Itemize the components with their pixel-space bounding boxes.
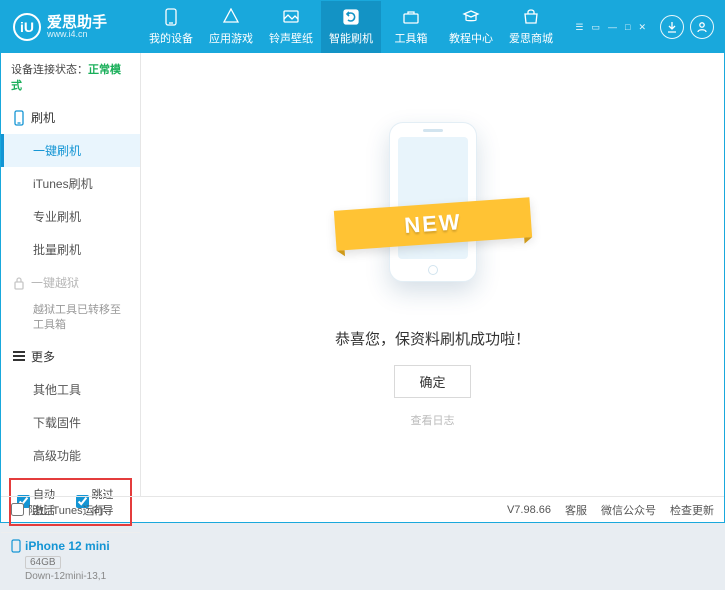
- pin-icon[interactable]: ▭: [590, 22, 603, 33]
- ok-button[interactable]: 确定: [394, 365, 470, 398]
- toolbox-icon: [402, 8, 420, 26]
- more-icon: [13, 349, 25, 363]
- jailbreak-note: 越狱工具已转移至工具箱: [1, 299, 140, 340]
- apps-icon: [222, 8, 240, 26]
- wallpaper-icon: [282, 8, 300, 26]
- nav-ringtones[interactable]: 铃声壁纸: [261, 1, 321, 53]
- nav-apps-games[interactable]: 应用游戏: [201, 1, 261, 53]
- device-icon: [162, 8, 180, 26]
- status-bar: 阻止iTunes运行 V7.98.66 客服 微信公众号 检查更新: [1, 496, 724, 522]
- tutorial-icon: [462, 8, 480, 26]
- new-banner: NEW: [333, 197, 531, 251]
- flash-icon: [342, 8, 360, 26]
- sidebar-item-oneclick-flash[interactable]: 一键刷机: [1, 134, 140, 167]
- sidebar-item-advanced[interactable]: 高级功能: [1, 439, 140, 472]
- phone-icon: [13, 110, 25, 126]
- success-message: 恭喜您，保资料刷机成功啦！: [335, 328, 530, 349]
- close-icon[interactable]: ✕: [636, 22, 648, 33]
- group-more[interactable]: 更多: [1, 340, 140, 373]
- nav-store[interactable]: 爱思商城: [501, 1, 561, 53]
- logo-area: iU 爱思助手 www.i4.cn: [1, 13, 141, 41]
- version-label: V7.98.66: [507, 504, 551, 516]
- app-logo-icon: iU: [13, 13, 41, 41]
- phone-illustration: NEW: [363, 112, 503, 302]
- sidebar-item-batch-flash[interactable]: 批量刷机: [1, 233, 140, 266]
- nav-tutorials[interactable]: 教程中心: [441, 1, 501, 53]
- menu-icon[interactable]: ☰: [573, 22, 585, 33]
- device-name: iPhone 12 mini: [25, 539, 110, 553]
- download-button[interactable]: [660, 15, 684, 39]
- app-window: iU 爱思助手 www.i4.cn 我的设备 应用游戏 铃声壁纸 智能刷机: [0, 0, 725, 523]
- device-phone-icon: [11, 539, 21, 553]
- footer-update[interactable]: 检查更新: [670, 502, 714, 518]
- nav-toolbox[interactable]: 工具箱: [381, 1, 441, 53]
- sidebar-item-itunes-flash[interactable]: iTunes刷机: [1, 167, 140, 200]
- footer-wechat[interactable]: 微信公众号: [601, 502, 656, 518]
- sidebar-item-download-firmware[interactable]: 下载固件: [1, 406, 140, 439]
- sidebar-item-other-tools[interactable]: 其他工具: [1, 373, 140, 406]
- device-model: Down-12mini-13,1: [25, 571, 130, 582]
- nav-my-device[interactable]: 我的设备: [141, 1, 201, 53]
- app-site: www.i4.cn: [47, 30, 107, 39]
- device-storage: 64GB: [25, 556, 61, 569]
- nav-smart-flash[interactable]: 智能刷机: [321, 1, 381, 53]
- maximize-icon[interactable]: □: [623, 22, 632, 33]
- view-log-link[interactable]: 查看日志: [411, 412, 455, 428]
- main-content: NEW 恭喜您，保资料刷机成功啦！ 确定 查看日志: [141, 53, 724, 496]
- store-icon: [522, 8, 540, 26]
- user-button[interactable]: [690, 15, 714, 39]
- connected-device[interactable]: iPhone 12 mini 64GB Down-12mini-13,1: [1, 532, 140, 590]
- title-bar: iU 爱思助手 www.i4.cn 我的设备 应用游戏 铃声壁纸 智能刷机: [1, 1, 724, 53]
- footer-service[interactable]: 客服: [565, 502, 587, 518]
- lock-icon: [13, 276, 25, 290]
- minimize-icon[interactable]: —: [606, 22, 619, 33]
- sidebar-item-pro-flash[interactable]: 专业刷机: [1, 200, 140, 233]
- main-nav: 我的设备 应用游戏 铃声壁纸 智能刷机 工具箱 教程中心: [141, 1, 573, 53]
- window-controls: ☰ ▭ — □ ✕: [573, 15, 724, 39]
- group-flash[interactable]: 刷机: [1, 101, 140, 134]
- checkbox-block-itunes[interactable]: 阻止iTunes运行: [11, 502, 105, 518]
- connection-status: 设备连接状态：正常模式: [1, 53, 140, 101]
- group-jailbreak: 一键越狱: [1, 266, 140, 299]
- app-name: 爱思助手: [47, 15, 107, 30]
- sidebar: 设备连接状态：正常模式 刷机 一键刷机 iTunes刷机 专业刷机 批量刷机 一…: [1, 53, 141, 496]
